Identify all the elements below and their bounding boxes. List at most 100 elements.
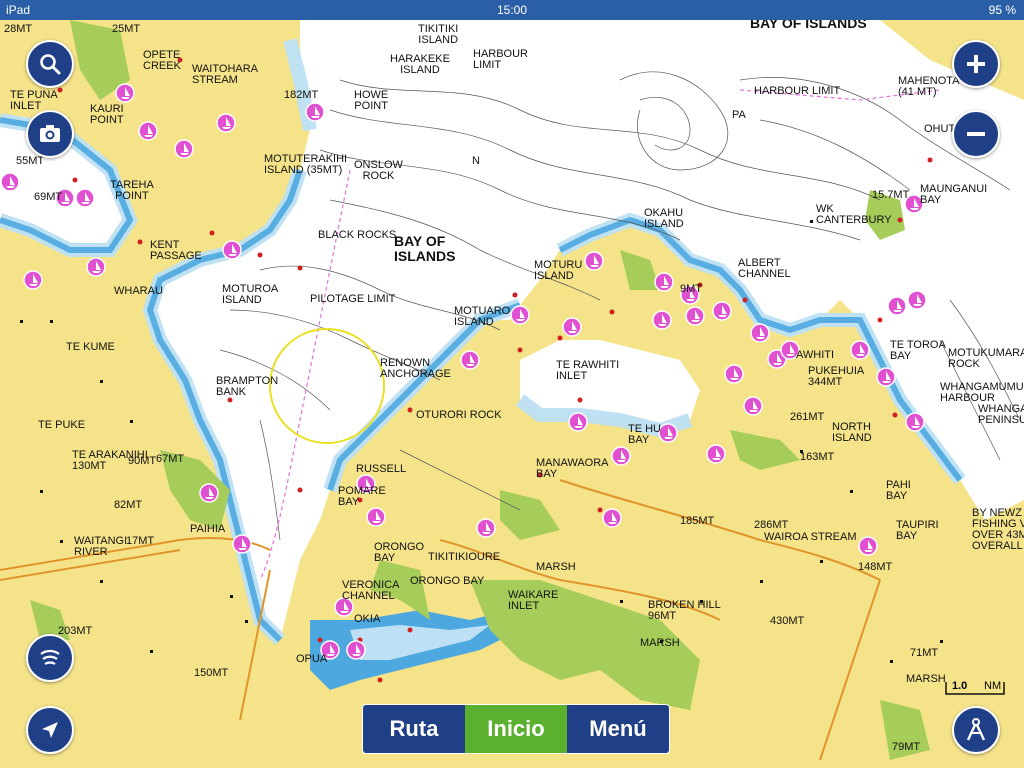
- label-pahi-bay: PAHI BAY: [886, 479, 911, 502]
- label-182mt: 182MT: [284, 89, 319, 101]
- label-te-puke: TE PUKE: [38, 419, 86, 431]
- label-russell: RUSSELL: [356, 463, 407, 475]
- label-marsh-1: MARSH: [536, 561, 576, 573]
- label-motuterakihi: MOTUTERAKIHI ISLAND (35MT): [264, 153, 348, 176]
- label-wharau: WHARAU: [114, 285, 163, 297]
- camera-icon: [40, 125, 60, 142]
- locate-button[interactable]: [26, 706, 74, 754]
- label-renown: RENOWN ANCHORAGE: [380, 357, 451, 380]
- zoom-out-button[interactable]: [952, 110, 1000, 158]
- label-17mt: 17MT: [126, 535, 155, 547]
- label-25mt: 25MT: [112, 23, 141, 35]
- label-okahu: OKAHU ISLAND: [644, 207, 684, 230]
- label-opua: OPUA: [296, 653, 328, 665]
- label-motukumara: MOTUKUMARA ROCK: [948, 347, 1024, 370]
- label-whangai: WHANGAI PENINSU: [978, 403, 1024, 426]
- label-te-puna: TE PUNA INLET: [10, 89, 58, 112]
- label-okiato: OKIA: [354, 613, 381, 625]
- label-orongo-bay-2: ORONGO BAY: [410, 575, 485, 587]
- label-harakeke: HARAKEKE ISLAND: [390, 53, 450, 76]
- search-button[interactable]: [26, 40, 74, 88]
- label-tikitikioure: TIKITIKIOURE: [428, 551, 501, 563]
- label-harbour-limit-1: HARBOUR LIMIT: [473, 48, 529, 71]
- label-te-rawhiti: TE RAWHITI INLET: [556, 359, 620, 382]
- label-howe-point: HOWE POINT: [354, 89, 389, 112]
- label-brampton: BRAMPTON BANK: [216, 375, 279, 398]
- label-pukehuia: PUKEHUIA 344MT: [808, 365, 865, 388]
- plus-icon: [967, 55, 985, 73]
- label-north-island: NORTH ISLAND: [832, 421, 872, 444]
- label-opete-creek: OPETE CREEK: [143, 49, 181, 72]
- label-marsh-3: MARSH: [906, 673, 946, 685]
- search-icon: [40, 54, 61, 75]
- label-onslow-rock: ONSLOW ROCK: [354, 159, 403, 182]
- label-black-rocks: BLACK ROCKS: [318, 229, 397, 241]
- label-mahenotahi: MAHENOTA (41 MT): [898, 75, 960, 98]
- label-waitangi-river: WAITANGI RIVER: [74, 535, 128, 558]
- label-tikitiki: TIKITIKI ISLAND: [418, 23, 459, 46]
- home-tab[interactable]: Inicio: [465, 705, 567, 753]
- label-261mt: 261MT: [790, 411, 825, 423]
- label-waitohara: WAITOHARA STREAM: [192, 63, 259, 86]
- label-awhiti: AWHITI: [796, 349, 835, 361]
- nautical-chart[interactable]: BAY OF ISLANDS BAY OF ISLANDS TIKITIKI I…: [0, 16, 1024, 768]
- label-waikare-inlet: WAIKARE INLET: [508, 589, 559, 612]
- sonar-icon: [40, 649, 60, 665]
- label-90mt: 90MT: [128, 455, 157, 467]
- scale-line: [945, 682, 1005, 695]
- label-pa: PA: [732, 109, 746, 121]
- label-motuaru: MOTURU ISLAND: [534, 259, 583, 282]
- label-orongo-bay-1: ORONGO BAY: [374, 541, 425, 564]
- clock: 15:00: [496, 3, 528, 17]
- label-whangamumu: WHANGAMUMU HARBOUR: [940, 381, 1024, 404]
- label-163mt: 163MT: [800, 451, 835, 463]
- compass-button[interactable]: [952, 706, 1000, 754]
- label-28mt: 28MT: [4, 23, 33, 35]
- sonar-button[interactable]: [26, 634, 74, 682]
- label-albert-channel: ALBERT CHANNEL: [738, 257, 791, 280]
- chart-canvas[interactable]: [0, 20, 1024, 768]
- label-marsh-2: MARSH: [640, 637, 680, 649]
- label-bay-of-islands: BAY OF ISLANDS: [394, 233, 456, 264]
- label-wk-canterbury: WK CANTERBURY: [816, 203, 892, 226]
- location-arrow-icon: [42, 722, 58, 738]
- label-9mt: 9MT: [680, 283, 702, 295]
- label-oturori-rock: OTURORI ROCK: [416, 409, 502, 421]
- compass-icon: [966, 718, 986, 741]
- scale-bar: 1.0 NM: [944, 680, 1006, 696]
- label-148mt: 148MT: [858, 561, 893, 573]
- minus-icon: [967, 132, 985, 136]
- label-manawaora: MANAWAORA BAY: [536, 457, 609, 480]
- label-moturoa: MOTUROA ISLAND: [222, 283, 279, 306]
- bottom-nav: Ruta Inicio Menú: [362, 704, 670, 754]
- label-pomare-bay: POMARE BAY: [338, 485, 386, 508]
- label-kent-passage: KENT PASSAGE: [150, 239, 202, 262]
- label-taupiri-bay: TAUPIRI BAY: [896, 519, 939, 542]
- label-n: N: [472, 155, 480, 167]
- label-fishing-note: BY NEWZ FISHING V OVER 43M OVERALL: [972, 507, 1024, 552]
- label-71mt: 71MT: [910, 647, 939, 659]
- label-kauri: KAURI POINT: [90, 103, 124, 126]
- label-185mt: 185MT: [680, 515, 715, 527]
- label-79mt: 79MT: [892, 741, 921, 753]
- label-pilotage-limit: PILOTAGE LIMIT: [310, 293, 396, 305]
- label-wairoa-stream: WAIROA STREAM: [764, 531, 857, 543]
- label-ohu: OHUT: [924, 123, 956, 135]
- label-te-toroa: TE TOROA BAY: [890, 339, 946, 362]
- label-te-kume: TE KUME: [66, 341, 115, 353]
- label-82mt: 82MT: [114, 499, 143, 511]
- label-motuarohia: MOTUARO ISLAND: [454, 305, 511, 328]
- zoom-in-button[interactable]: [952, 40, 1000, 88]
- camera-button[interactable]: [26, 110, 74, 158]
- label-harbour-limit-2: HARBOUR LIMIT: [754, 85, 841, 97]
- label-55mt: 55MT: [16, 155, 45, 167]
- label-150mt: 150MT: [194, 667, 229, 679]
- label-paihia: PAIHIA: [190, 523, 226, 535]
- label-69mt: 69MT: [34, 191, 63, 203]
- route-tab[interactable]: Ruta: [363, 705, 465, 753]
- menu-tab[interactable]: Menú: [567, 705, 669, 753]
- label-286mt: 286MT: [754, 519, 789, 531]
- label-veronica-channel: VERONICA CHANNEL: [342, 579, 400, 602]
- label-15-7mt: 15.7MT: [872, 189, 910, 201]
- label-tareha: TAREHA POINT: [110, 179, 154, 202]
